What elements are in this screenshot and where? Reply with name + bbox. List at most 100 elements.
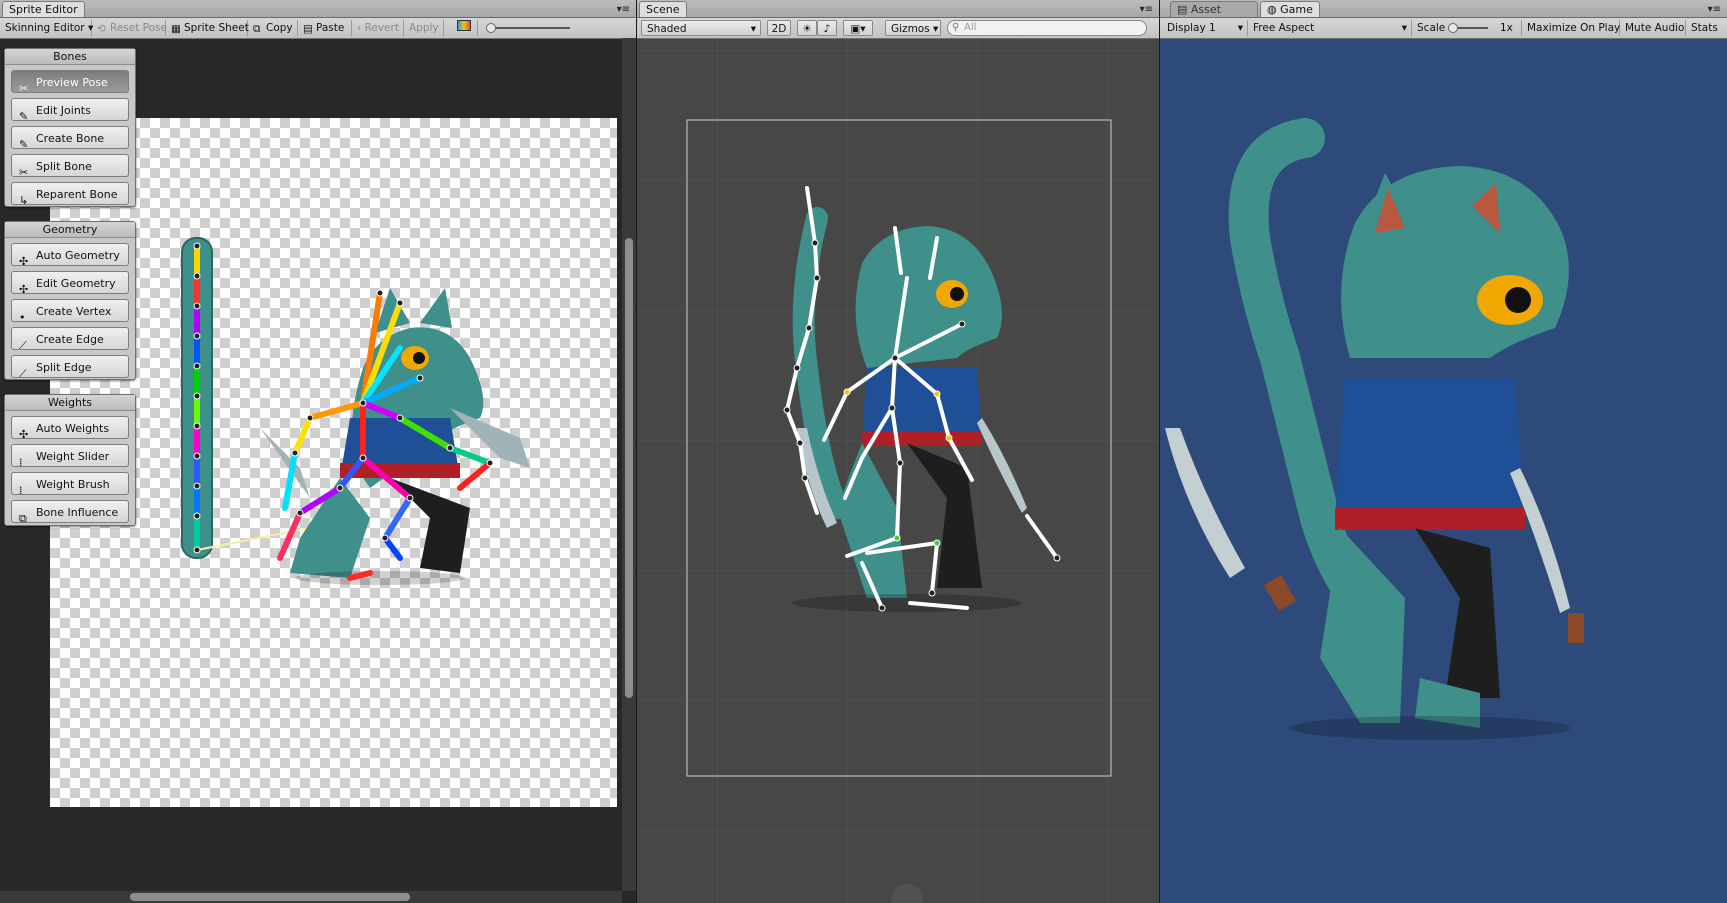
edit-geometry-label: Edit Geometry	[36, 277, 116, 290]
vertex-icon: •	[19, 311, 26, 324]
chevron-down-icon: ▾	[933, 23, 939, 35]
weight-brush-button[interactable]: ⁞ Weight Brush	[11, 472, 129, 497]
copy-button[interactable]: ⧉ Copy	[248, 20, 298, 36]
bone-influence-icon: ⧉	[19, 512, 27, 525]
create-bone-label: Create Bone	[36, 132, 105, 145]
reset-pose-button[interactable]: ⟲ Reset Pose	[92, 20, 167, 36]
split-edge-label: Split Edge	[36, 361, 92, 374]
preview-pose-button[interactable]: ✂ Preview Pose	[11, 70, 129, 95]
apply-button[interactable]: Apply	[404, 20, 444, 36]
panel-menu-icon[interactable]: ▾≡	[1140, 4, 1153, 15]
mode-dropdown[interactable]: Skinning Editor ▾	[0, 20, 93, 36]
mute-audio-toggle[interactable]: Mute Audio	[1620, 20, 1686, 36]
auto-geometry-button[interactable]: ✣ Auto Geometry	[11, 243, 129, 268]
bone-influence-button[interactable]: ⧉ Bone Influence	[11, 500, 129, 525]
game-label: Game	[1280, 3, 1313, 16]
scene-search-input[interactable]: All ⚲	[947, 20, 1147, 36]
weight-slider-icon: ⁞	[19, 456, 23, 469]
revert-label: Revert	[364, 22, 399, 34]
split-edge-icon: ⟋	[19, 367, 27, 380]
scale-slider-thumb[interactable]	[1448, 23, 1458, 33]
scene-panel: Scene ▾≡ Shaded ▾ 2D ☀ ♪ ▣▾ Gizmos ▾ All ⚲	[637, 0, 1159, 903]
horizontal-scroll-thumb[interactable]	[130, 893, 410, 901]
copy-label: Copy	[266, 22, 293, 34]
scene-tabstrip: Scene ▾≡	[637, 0, 1159, 18]
scale-label: Scale	[1417, 22, 1446, 34]
grid-icon: ▦	[171, 23, 181, 35]
vertical-scroll-thumb[interactable]	[625, 238, 633, 698]
reparent-bone-button[interactable]: ↳ Reparent Bone	[11, 182, 129, 207]
tab-asset-store[interactable]: ▤ Asset Store	[1170, 1, 1258, 32]
shading-mode-label: Shaded	[647, 23, 687, 35]
game-cat-character	[1165, 118, 1584, 740]
2d-toggle[interactable]: 2D	[767, 20, 791, 36]
display-dropdown[interactable]: Display 1 ▾	[1162, 20, 1248, 36]
create-edge-button[interactable]: ⟋ Create Edge	[11, 327, 129, 352]
tab-game[interactable]: ◍ Game	[1260, 1, 1320, 17]
panel-menu-icon[interactable]: ▾≡	[617, 4, 630, 15]
game-toolbar: Display 1 ▾ Free Aspect ▾ Scale 1x Maximiz…	[1160, 18, 1727, 39]
preview-pose-label: Preview Pose	[36, 76, 108, 89]
gizmos-label: Gizmos	[891, 23, 930, 35]
vertical-scrollbar[interactable]	[622, 38, 636, 891]
tab-scene[interactable]: Scene	[639, 1, 687, 17]
audio-icon[interactable]: ♪	[817, 20, 837, 36]
weight-slider-label: Weight Slider	[36, 450, 110, 463]
color-mode-icon[interactable]	[452, 20, 478, 36]
sprite-editor-panel: Sprite Editor ▾≡ Skinning Editor ▾ ⟲ Rese…	[0, 0, 636, 903]
zoom-slider-thumb[interactable]	[486, 23, 496, 33]
chevron-left-icon: ‹	[357, 22, 365, 34]
tab-sprite-editor[interactable]: Sprite Editor	[2, 1, 85, 17]
scene-view[interactable]	[637, 38, 1159, 903]
sprite-sheet-button[interactable]: ▦ Sprite Sheet	[166, 20, 249, 36]
edit-geometry-icon: ✣	[19, 283, 29, 296]
edit-joints-label: Edit Joints	[36, 104, 91, 117]
display-label: Display 1	[1167, 22, 1216, 34]
weight-brush-label: Weight Brush	[36, 478, 110, 491]
scale-control[interactable]: Scale 1x	[1412, 20, 1522, 36]
sprite-editor-tabstrip: Sprite Editor ▾≡	[0, 0, 636, 18]
reset-pose-label: Reset Pose	[110, 22, 167, 34]
gizmos-dropdown[interactable]: Gizmos ▾	[885, 20, 941, 36]
bone-icon: ✎	[19, 138, 29, 151]
maximize-on-play-toggle[interactable]: Maximize On Play	[1522, 20, 1620, 36]
edge-icon: ⟋	[19, 339, 27, 352]
scene-toolbar: Shaded ▾ 2D ☀ ♪ ▣▾ Gizmos ▾ All ⚲	[637, 18, 1159, 39]
split-edge-button[interactable]: ⟋ Split Edge	[11, 355, 129, 380]
zoom-slider[interactable]	[486, 23, 570, 33]
edit-geometry-button[interactable]: ✣ Edit Geometry	[11, 271, 129, 296]
game-tabstrip: ▤ Asset Store ◍ Game ▾≡	[1160, 0, 1727, 32]
aspect-dropdown[interactable]: Free Aspect ▾	[1248, 20, 1412, 36]
paste-label: Paste	[316, 22, 345, 34]
light-icon[interactable]: ☀	[797, 20, 817, 36]
reset-pose-icon: ⟲	[97, 23, 106, 35]
paste-button[interactable]: ▤ Paste	[298, 20, 352, 36]
paste-icon: ▤	[303, 23, 313, 35]
aspect-label: Free Aspect	[1253, 22, 1315, 34]
panel-menu-icon[interactable]: ▾≡	[1708, 4, 1721, 15]
auto-weights-icon: ✣	[19, 428, 29, 441]
auto-weights-button[interactable]: ✣ Auto Weights	[11, 416, 129, 441]
chevron-down-icon: ▾	[1401, 22, 1407, 34]
create-vertex-button[interactable]: • Create Vertex	[11, 299, 129, 324]
store-icon: ▤	[1177, 3, 1191, 16]
effects-icon[interactable]: ▣▾	[843, 20, 873, 36]
edit-joints-button[interactable]: ✎ Edit Joints	[11, 98, 129, 123]
tail-bones	[194, 246, 311, 551]
horizontal-scrollbar[interactable]	[0, 891, 622, 903]
split-bone-button[interactable]: ✂ Split Bone	[11, 154, 129, 179]
joint-icon: ✎	[19, 110, 29, 123]
create-edge-label: Create Edge	[36, 333, 104, 346]
scissors-icon: ✂	[19, 82, 29, 95]
weight-slider-button[interactable]: ⁞ Weight Slider	[11, 444, 129, 469]
shading-mode-dropdown[interactable]: Shaded ▾	[641, 20, 761, 36]
search-icon: ⚲	[952, 22, 960, 33]
create-bone-button[interactable]: ✎ Create Bone	[11, 126, 129, 151]
weights-group: Weights ✣ Auto Weights ⁞ Weight Slider ⁞ We…	[4, 394, 136, 526]
apply-label: Apply	[409, 22, 439, 34]
create-vertex-label: Create Vertex	[36, 305, 112, 318]
weights-group-title: Weights	[5, 395, 135, 411]
stats-toggle[interactable]: Stats	[1686, 20, 1722, 36]
revert-button[interactable]: ‹ Revert	[352, 20, 404, 36]
bones-group: Bones ✂ Preview Pose ✎ Edit Joints ✎ Create…	[4, 48, 136, 207]
